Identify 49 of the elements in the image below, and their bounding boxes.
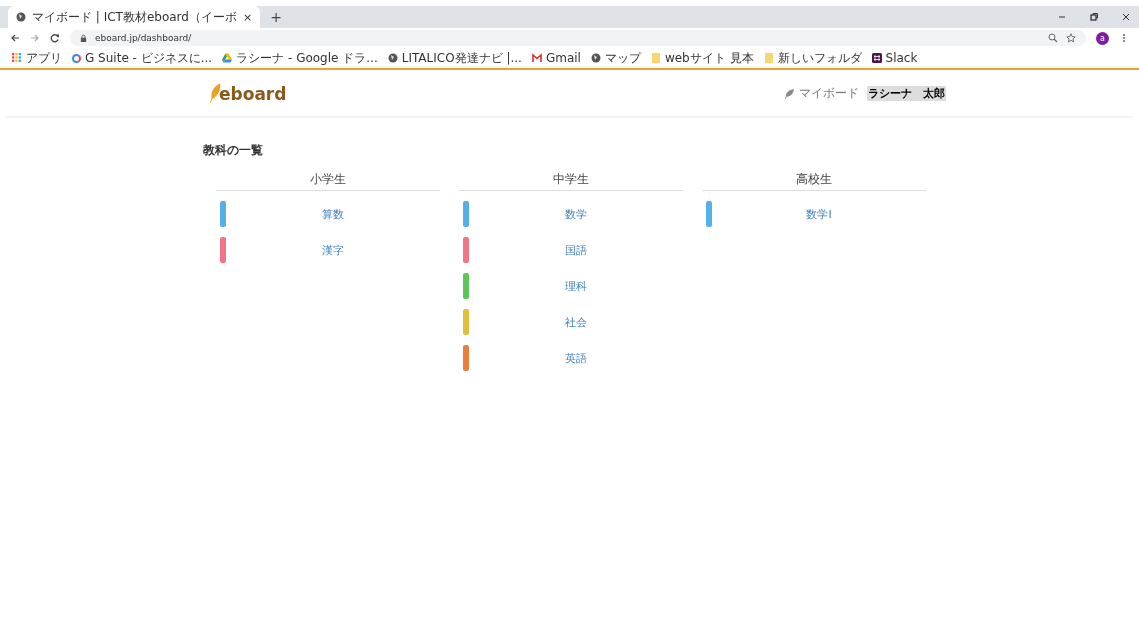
subject-link[interactable]: 国語 xyxy=(469,242,683,258)
lock-icon xyxy=(80,33,87,43)
tab-close-button[interactable]: × xyxy=(242,10,253,24)
subject-link[interactable]: 英語 xyxy=(469,350,683,366)
bookmark-item[interactable]: マップ xyxy=(590,49,641,67)
group-heading: 小学生 xyxy=(216,171,440,191)
subject-link[interactable]: 算数 xyxy=(226,206,440,222)
folder-icon xyxy=(763,53,774,63)
star-icon[interactable] xyxy=(1066,33,1076,43)
bookmark-item[interactable]: webサイト 見本 xyxy=(650,49,754,67)
bookmark-item[interactable]: LITALICO発達ナビ |... xyxy=(387,49,522,67)
feather-icon xyxy=(784,87,795,99)
folder-icon xyxy=(650,53,661,63)
url-text: eboard.jp/dashboard/ xyxy=(95,33,192,43)
page-heading: 教科の一覧 xyxy=(203,142,264,159)
bookmark-item[interactable]: ラシーナ - Google ドラ... xyxy=(222,49,378,67)
triangle-icon xyxy=(222,53,233,63)
zoom-icon[interactable] xyxy=(1048,33,1058,43)
google-icon xyxy=(72,53,81,63)
bookmark-item[interactable]: 新しいフォルダ xyxy=(763,49,862,67)
bookmark-item[interactable]: Gmail xyxy=(531,51,581,65)
globe-icon xyxy=(16,12,26,22)
bookmark-item[interactable]: G Suite - ビジネスに... xyxy=(72,49,213,67)
mail-icon xyxy=(531,53,542,63)
profile-avatar[interactable]: a xyxy=(1096,31,1109,45)
grid-icon xyxy=(12,53,22,63)
new-tab-button[interactable]: + xyxy=(270,9,282,25)
user-name: ラシーナ 太郎 xyxy=(867,85,946,101)
tab-title: マイボード | ICT教材eboard（イーボ xyxy=(32,8,237,26)
feather-icon xyxy=(209,82,221,104)
back-icon[interactable] xyxy=(10,33,20,43)
reload-icon[interactable] xyxy=(50,33,60,43)
close-icon[interactable] xyxy=(1121,12,1131,22)
bookmark-item[interactable]: Slack xyxy=(871,51,918,65)
address-bar[interactable]: eboard.jp/dashboard/ xyxy=(70,30,1086,46)
subject-link[interactable]: 社会 xyxy=(469,314,683,330)
subject-link[interactable]: 漢字 xyxy=(226,242,440,258)
subject-link[interactable]: 理科 xyxy=(469,278,683,294)
subject-link[interactable]: 数学 xyxy=(469,206,683,222)
slack-icon xyxy=(871,53,882,63)
group-heading: 高校生 xyxy=(702,171,926,191)
browser-tab[interactable]: マイボード | ICT教材eboard（イーボ × xyxy=(8,6,261,28)
globe-icon xyxy=(387,53,398,63)
subject-link[interactable]: 数学Ⅰ xyxy=(712,206,926,222)
eboard-logo[interactable]: eboard xyxy=(209,82,287,104)
group-heading: 中学生 xyxy=(459,171,683,191)
mypage-link[interactable]: マイボード xyxy=(799,84,859,102)
bookmark-item[interactable]: アプリ xyxy=(12,49,62,67)
globe-icon xyxy=(590,53,601,63)
